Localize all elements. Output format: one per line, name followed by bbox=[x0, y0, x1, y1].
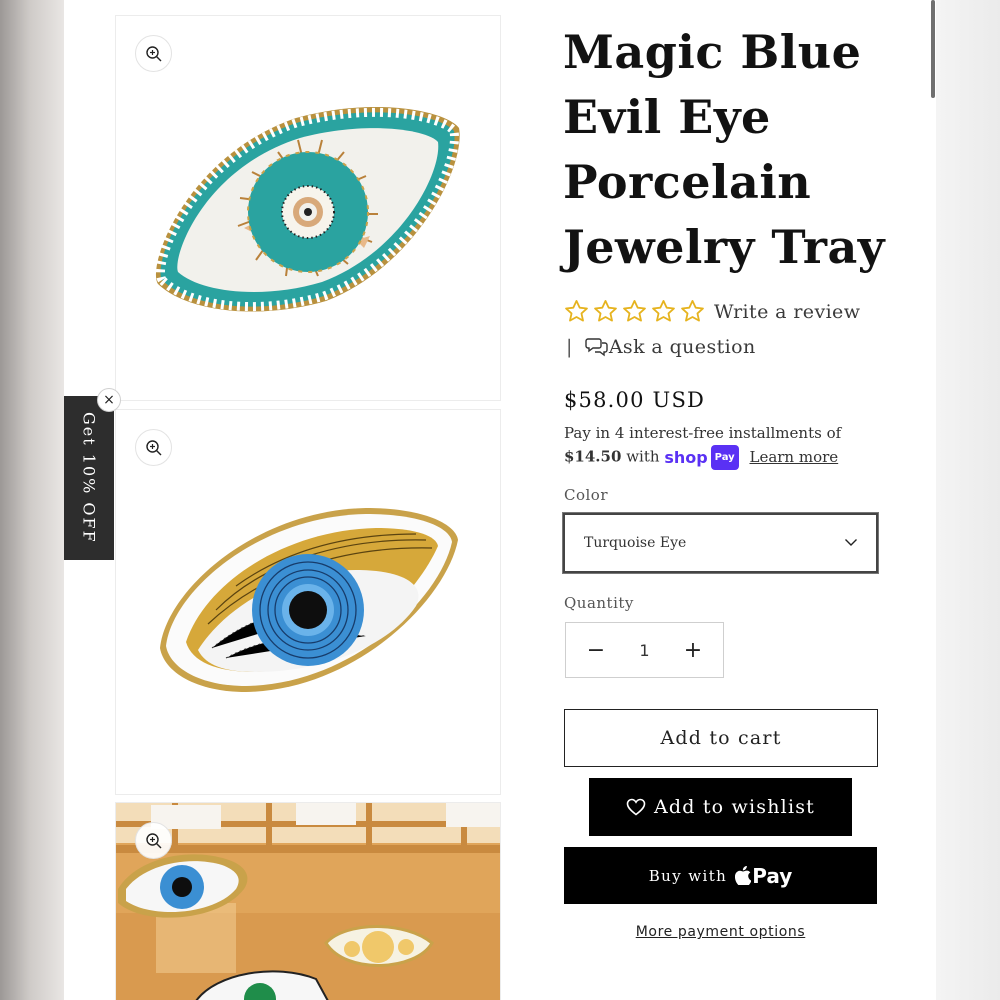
scroll-indicator[interactable] bbox=[931, 0, 935, 98]
heart-outline-icon bbox=[626, 798, 646, 816]
close-icon: × bbox=[103, 392, 115, 408]
discount-popup-tab[interactable]: Get 10% OFF bbox=[64, 396, 114, 560]
turquoise-tray-illustration bbox=[155, 106, 460, 312]
discount-tab-label: Get 10% OFF bbox=[79, 412, 99, 544]
zoom-button[interactable] bbox=[135, 35, 172, 72]
quantity-stepper: − 1 + bbox=[565, 622, 724, 678]
apple-logo-icon bbox=[735, 866, 752, 885]
product-image-display-photo[interactable] bbox=[115, 802, 501, 1000]
buy-with-apple-pay-button[interactable]: Buy with Pay bbox=[564, 847, 877, 904]
quantity-decrease-button[interactable]: − bbox=[586, 638, 606, 663]
quantity-increase-button[interactable]: + bbox=[683, 638, 703, 663]
ask-question-link[interactable]: Ask a question bbox=[609, 336, 756, 358]
buy-with-label: Buy with bbox=[648, 866, 728, 885]
star-icon[interactable] bbox=[679, 298, 706, 325]
rating-row: Write a review bbox=[563, 298, 860, 325]
add-to-cart-button[interactable]: Add to cart bbox=[564, 709, 878, 767]
add-to-wishlist-label: Add to wishlist bbox=[653, 796, 816, 818]
add-to-cart-label: Add to cart bbox=[660, 727, 782, 749]
quantity-input[interactable]: 1 bbox=[639, 641, 649, 660]
shop-word: shop bbox=[664, 448, 708, 467]
background-edge bbox=[936, 0, 1000, 1000]
installments-prefix: Pay in 4 interest-free installments of bbox=[564, 424, 842, 442]
installments-message: Pay in 4 interest-free installments of $… bbox=[564, 422, 884, 470]
apple-pay-word: Pay bbox=[752, 863, 793, 888]
learn-more-link[interactable]: Learn more bbox=[749, 448, 838, 466]
star-icon[interactable] bbox=[650, 298, 677, 325]
zoom-in-icon bbox=[145, 439, 161, 455]
add-to-wishlist-button[interactable]: Add to wishlist bbox=[589, 778, 852, 836]
color-selected-value: Turquoise Eye bbox=[584, 535, 687, 551]
zoom-in-icon bbox=[145, 45, 161, 61]
separator: | bbox=[566, 336, 573, 358]
color-select[interactable]: Turquoise Eye bbox=[563, 513, 878, 573]
blue-eye-tray-illustration bbox=[160, 508, 458, 692]
zoom-button[interactable] bbox=[135, 822, 172, 859]
star-icon[interactable] bbox=[621, 298, 648, 325]
chat-bubbles-icon[interactable] bbox=[585, 336, 609, 358]
ask-question-row: | Ask a question bbox=[566, 336, 756, 358]
more-payment-options-link[interactable]: More payment options bbox=[564, 924, 877, 940]
shop-pay-logo: shop Pay bbox=[664, 445, 739, 470]
product-price: $58.00 USD bbox=[564, 388, 706, 412]
product-title: Magic Blue Evil Eye Porcelain Jewelry Tr… bbox=[563, 25, 886, 274]
display-photo-illustration bbox=[116, 803, 500, 1000]
zoom-in-icon bbox=[145, 832, 161, 848]
write-review-link[interactable]: Write a review bbox=[714, 301, 860, 323]
product-image-turquoise[interactable] bbox=[115, 15, 501, 401]
installments-with: with bbox=[626, 447, 660, 466]
star-icon[interactable] bbox=[592, 298, 619, 325]
product-image-blue-eye[interactable] bbox=[115, 409, 501, 795]
color-label: Color bbox=[564, 486, 609, 504]
zoom-button[interactable] bbox=[135, 429, 172, 466]
shop-pay-badge: Pay bbox=[710, 445, 739, 470]
quantity-label: Quantity bbox=[564, 594, 634, 612]
installment-amount: $14.50 bbox=[564, 447, 622, 466]
star-icon[interactable] bbox=[563, 298, 590, 325]
discount-tab-close-button[interactable]: × bbox=[97, 388, 121, 412]
chevron-down-icon bbox=[845, 539, 857, 546]
